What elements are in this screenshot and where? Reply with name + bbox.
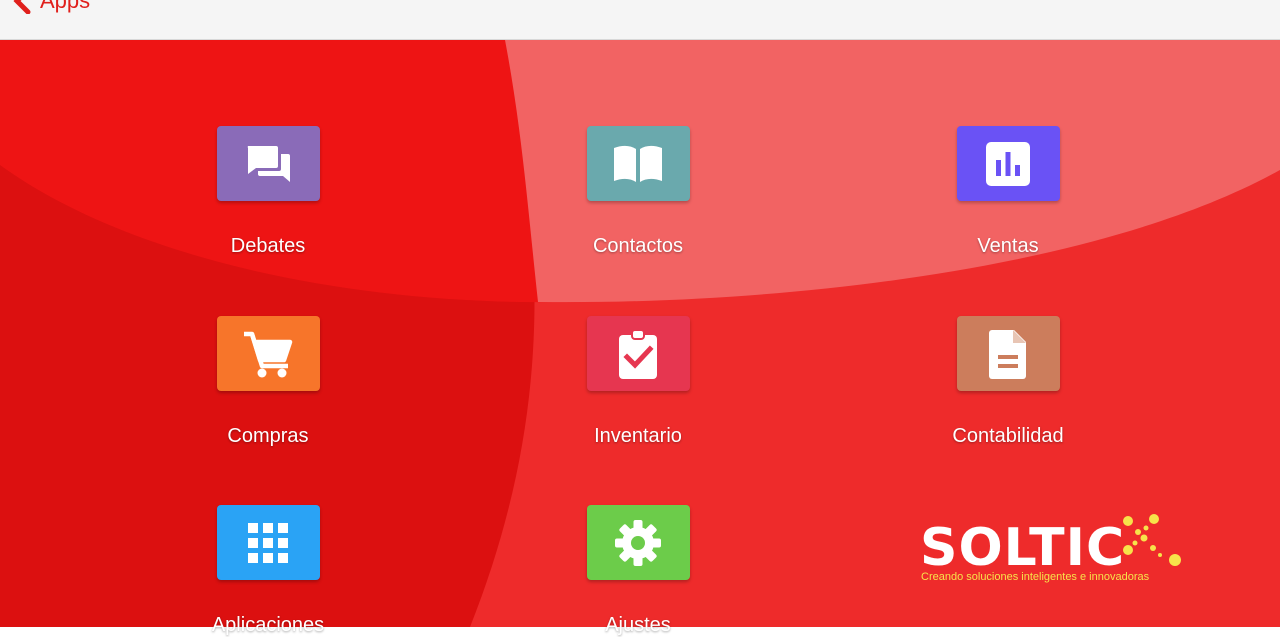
soltic-logo: SOLTIC Creando soluciones inteligentes e… <box>918 510 1198 590</box>
chat-bubbles-icon <box>247 145 290 182</box>
grid-apps-icon <box>248 522 288 563</box>
app-inventario[interactable]: Inventario <box>538 316 738 448</box>
app-label: Contabilidad <box>952 425 1064 447</box>
app-aplicaciones[interactable]: Aplicaciones <box>168 505 368 637</box>
app-tile[interactable] <box>586 505 690 580</box>
gear-icon <box>615 519 661 566</box>
app-label: Compras <box>227 425 309 447</box>
app-tile[interactable] <box>586 126 690 201</box>
app-contactos[interactable]: Contactos <box>538 126 738 258</box>
back-to-apps-link[interactable]: Apps <box>12 0 90 14</box>
document-icon <box>989 329 1026 379</box>
app-contabilidad[interactable]: Contabilidad <box>908 316 1108 448</box>
clipboard-check-icon <box>619 328 657 379</box>
app-label: Ventas <box>977 235 1039 257</box>
app-tile[interactable] <box>216 126 320 201</box>
back-label: Apps <box>40 0 91 13</box>
app-label: Contactos <box>592 235 684 257</box>
app-tile[interactable] <box>956 316 1060 391</box>
app-compras[interactable]: Compras <box>168 316 368 448</box>
app-tile[interactable] <box>216 316 320 391</box>
app-ventas[interactable]: Ventas <box>908 126 1108 258</box>
open-book-icon <box>614 145 662 182</box>
logo-dots-graphic <box>1123 514 1181 566</box>
app-tile[interactable] <box>586 316 690 391</box>
top-bar: Apps <box>0 0 1280 40</box>
app-label: Ajustes <box>605 614 671 636</box>
shopping-cart-icon <box>244 331 293 377</box>
app-label: Aplicaciones <box>211 614 325 636</box>
app-tile[interactable] <box>956 126 1060 201</box>
app-ajustes[interactable]: Ajustes <box>538 505 738 637</box>
logo-wordmark: SOLTIC <box>920 518 1126 578</box>
app-tile[interactable] <box>216 505 320 580</box>
bar-chart-icon <box>986 141 1030 186</box>
app-label: Inventario <box>594 425 682 447</box>
app-debates[interactable]: Debates <box>168 126 368 258</box>
chevron-left-icon <box>13 0 31 14</box>
logo-tagline: Creando soluciones inteligentes e innova… <box>921 571 1150 583</box>
app-label: Debates <box>230 235 306 257</box>
